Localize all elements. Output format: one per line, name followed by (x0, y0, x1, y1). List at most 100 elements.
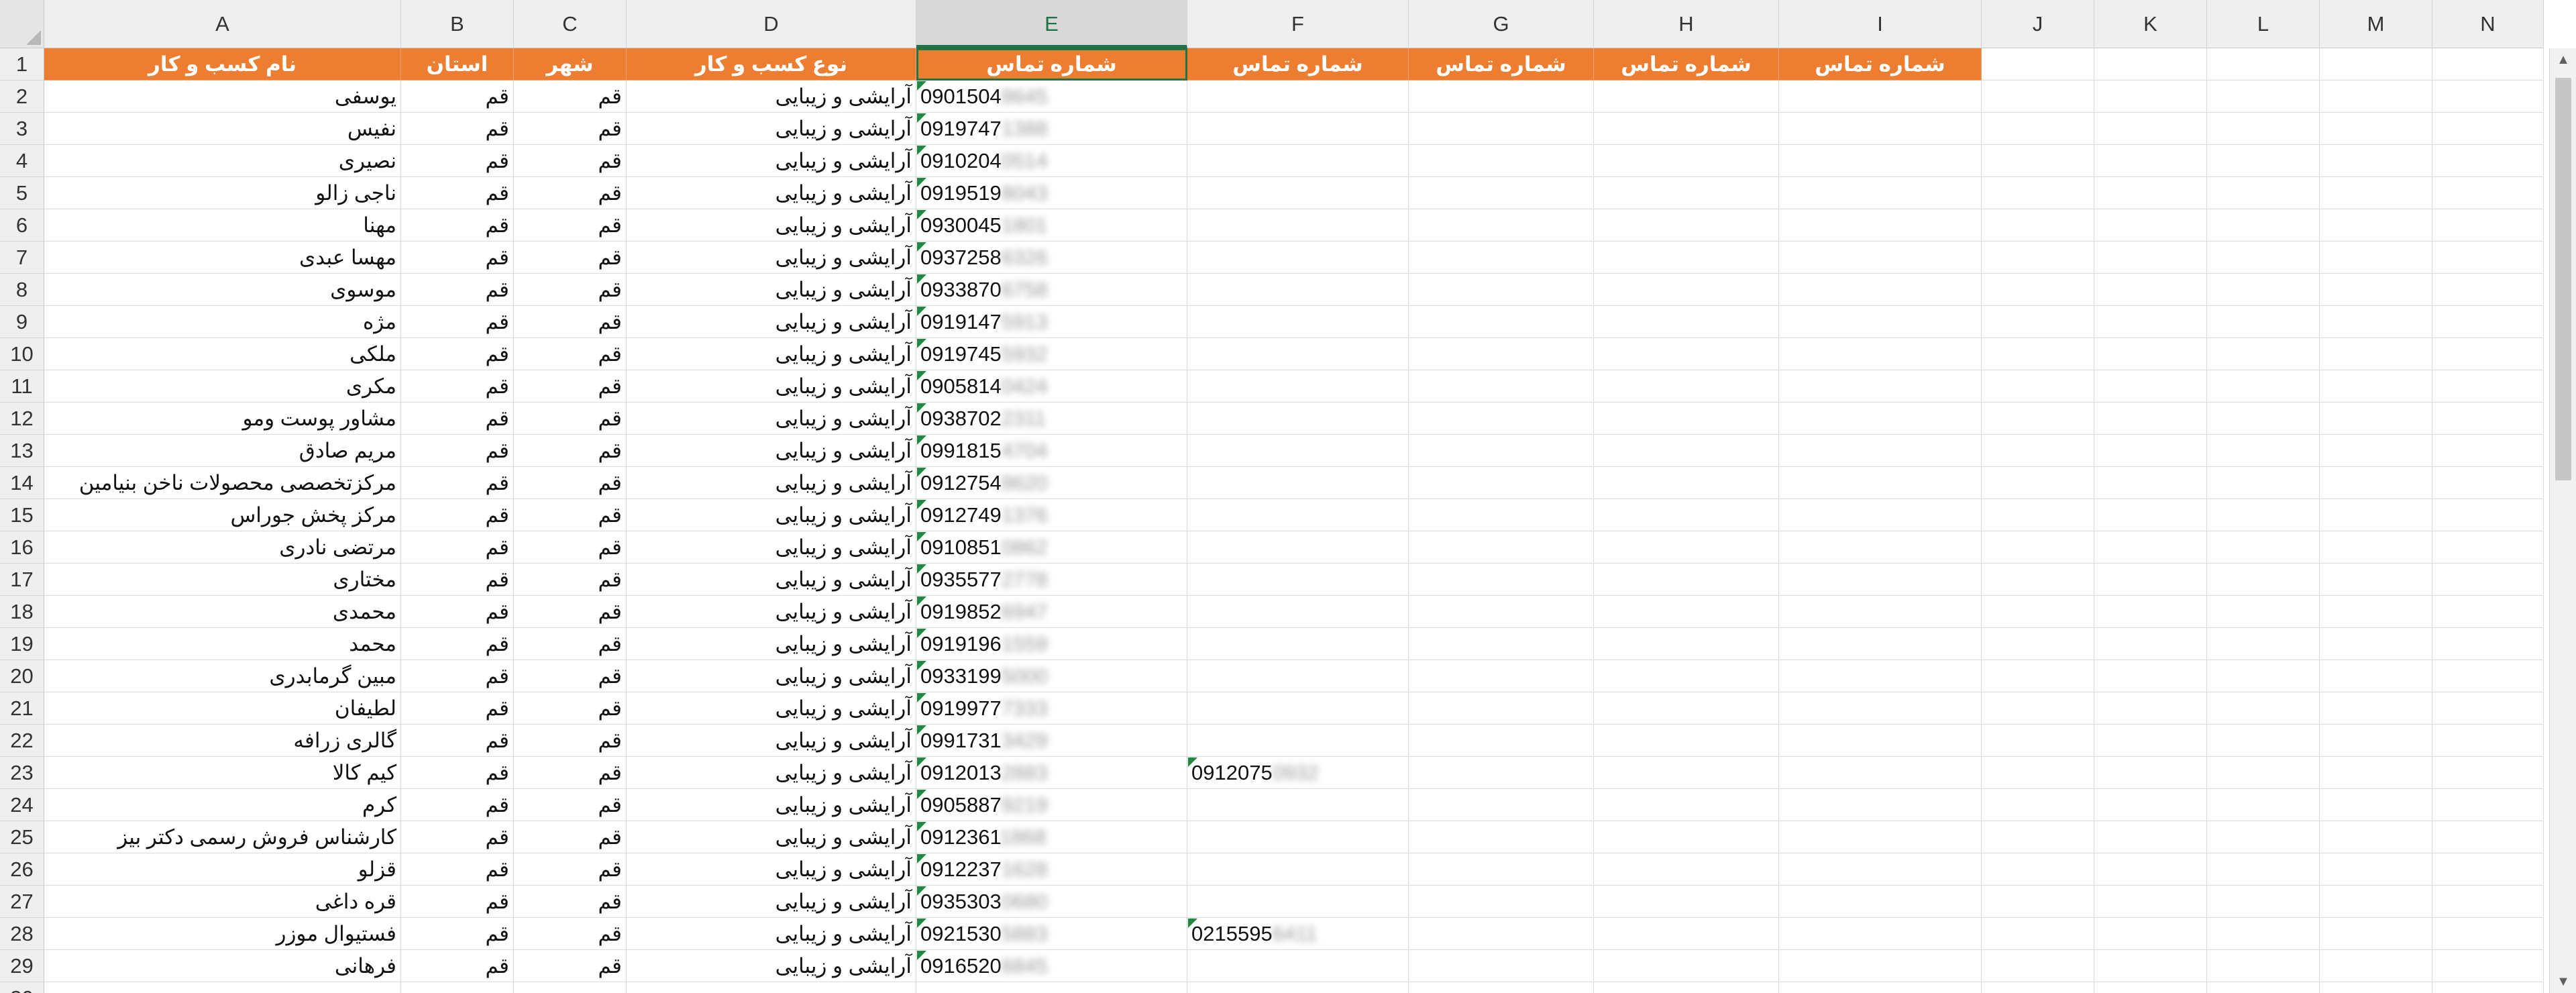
cell-m[interactable] (2320, 564, 2432, 596)
phone-cell[interactable]: 09195198043 (916, 177, 1187, 209)
row-header-4[interactable]: 4 (0, 145, 44, 177)
header-cell-a[interactable]: نام کسب و کار (44, 48, 401, 81)
business-type-cell[interactable]: آرایشی و زیبایی (627, 918, 916, 950)
row-header-2[interactable]: 2 (0, 81, 44, 113)
column-header-f[interactable]: F (1187, 0, 1409, 48)
city-cell[interactable]: قم (514, 596, 627, 628)
business-name-cell[interactable]: نصیری (44, 145, 401, 177)
cell-i[interactable] (1779, 209, 1982, 242)
cell-g[interactable] (1409, 81, 1594, 113)
cell-k[interactable] (2094, 113, 2207, 145)
cell-j[interactable] (1982, 596, 2094, 628)
cell-m[interactable] (2320, 403, 2432, 435)
cell-i[interactable] (1779, 338, 1982, 370)
business-type-cell[interactable]: آرایشی و زیبایی (627, 531, 916, 564)
cell-k[interactable] (2094, 853, 2207, 886)
cell-d[interactable] (627, 982, 916, 993)
cell-i[interactable] (1779, 757, 1982, 789)
cell-f[interactable] (1187, 370, 1409, 403)
cell-k[interactable] (2094, 886, 2207, 918)
business-type-cell[interactable]: آرایشی و زیبایی (627, 467, 916, 499)
city-cell[interactable]: قم (514, 628, 627, 660)
cell-f[interactable] (1187, 564, 1409, 596)
cell-f[interactable] (1187, 950, 1409, 982)
cell-h[interactable] (1594, 821, 1779, 853)
row-header-1[interactable]: 1 (0, 48, 44, 81)
cell-m[interactable] (2320, 177, 2432, 209)
cell-l[interactable] (2207, 403, 2320, 435)
province-cell[interactable]: قم (401, 209, 514, 242)
cell-m[interactable] (2320, 757, 2432, 789)
cell-f[interactable] (1187, 435, 1409, 467)
cell-j[interactable] (1982, 81, 2094, 113)
province-cell[interactable]: قم (401, 821, 514, 853)
cell-n[interactable] (2432, 274, 2544, 306)
phone-cell[interactable]: 09015048645 (916, 81, 1187, 113)
city-cell[interactable]: قم (514, 338, 627, 370)
cell-k[interactable] (2094, 531, 2207, 564)
city-cell[interactable]: قم (514, 467, 627, 499)
cell-j[interactable] (1982, 564, 2094, 596)
cell-i[interactable] (1779, 918, 1982, 950)
business-type-cell[interactable]: آرایشی و زیبایی (627, 242, 916, 274)
business-name-cell[interactable]: مریم صادق (44, 435, 401, 467)
cell-k[interactable] (2094, 564, 2207, 596)
cell-i[interactable] (1779, 145, 1982, 177)
cell-h[interactable] (1594, 403, 1779, 435)
cell-f[interactable] (1187, 531, 1409, 564)
cell-l[interactable] (2207, 789, 2320, 821)
business-name-cell[interactable]: گالری زرافه (44, 725, 401, 757)
business-name-cell[interactable]: لطیفان (44, 692, 401, 725)
city-cell[interactable]: قم (514, 370, 627, 403)
business-type-cell[interactable]: آرایشی و زیبایی (627, 789, 916, 821)
cell-h[interactable] (1594, 242, 1779, 274)
cell-j[interactable] (1982, 853, 2094, 886)
cell-f[interactable] (1187, 209, 1409, 242)
cell-g[interactable] (1409, 177, 1594, 209)
cell-l[interactable] (2207, 306, 2320, 338)
row-header-10[interactable]: 10 (0, 338, 44, 370)
row-header-12[interactable]: 12 (0, 403, 44, 435)
business-name-cell[interactable]: یوسفی (44, 81, 401, 113)
business-name-cell[interactable]: کرم (44, 789, 401, 821)
cell-l[interactable] (2207, 499, 2320, 531)
cell-l[interactable] (2207, 853, 2320, 886)
phone-cell[interactable]: 09191475913 (916, 306, 1187, 338)
cell-j[interactable] (1982, 274, 2094, 306)
cell-g[interactable] (1409, 789, 1594, 821)
column-header-a[interactable]: A (44, 0, 401, 48)
business-name-cell[interactable]: ناجی زالو (44, 177, 401, 209)
cell-l[interactable] (2207, 982, 2320, 993)
cell-g[interactable] (1409, 660, 1594, 692)
cell-m[interactable] (2320, 950, 2432, 982)
city-cell[interactable]: قم (514, 81, 627, 113)
city-cell[interactable]: قم (514, 274, 627, 306)
cell-i[interactable] (1779, 274, 1982, 306)
province-cell[interactable]: قم (401, 789, 514, 821)
cell-i[interactable] (1779, 467, 1982, 499)
province-cell[interactable]: قم (401, 660, 514, 692)
province-cell[interactable]: قم (401, 596, 514, 628)
business-name-cell[interactable]: مرتضی نادری (44, 531, 401, 564)
cell-h[interactable] (1594, 370, 1779, 403)
cell-k[interactable] (2094, 725, 2207, 757)
column-header-c[interactable]: C (514, 0, 627, 48)
cell-n[interactable] (2432, 531, 2544, 564)
cell-f[interactable] (1187, 853, 1409, 886)
cell-n[interactable] (2432, 177, 2544, 209)
business-type-cell[interactable]: آرایشی و زیبایی (627, 628, 916, 660)
scroll-down-arrow-icon[interactable]: ▼ (2550, 970, 2576, 993)
cell-k[interactable] (2094, 660, 2207, 692)
province-cell[interactable]: قم (401, 564, 514, 596)
column-header-l[interactable]: L (2207, 0, 2320, 48)
city-cell[interactable]: قم (514, 435, 627, 467)
province-cell[interactable]: قم (401, 725, 514, 757)
cell-k[interactable] (2094, 403, 2207, 435)
business-name-cell[interactable]: مژه (44, 306, 401, 338)
cell-i[interactable] (1779, 982, 1982, 993)
business-name-cell[interactable]: قره داغی (44, 886, 401, 918)
cell-g[interactable] (1409, 821, 1594, 853)
province-cell[interactable]: قم (401, 886, 514, 918)
city-cell[interactable]: قم (514, 531, 627, 564)
cell-k[interactable] (2094, 338, 2207, 370)
